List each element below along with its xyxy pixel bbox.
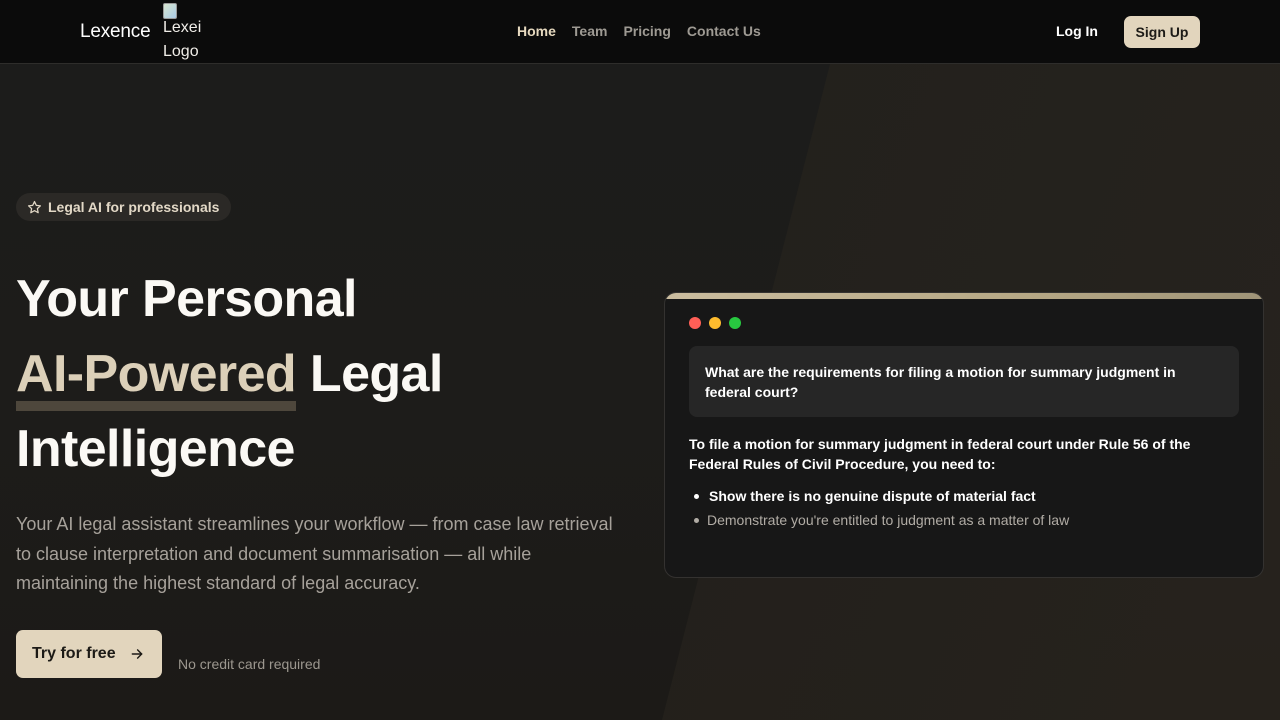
bullet-icon [694, 517, 699, 523]
hero-title-line3: Intelligence [16, 420, 295, 478]
login-link[interactable]: Log In [1056, 23, 1098, 39]
window-controls [689, 317, 741, 329]
try-for-free-label: Try for free [32, 645, 116, 662]
chat-answer-list: Show there is no genuine dispute of mate… [689, 486, 1239, 534]
brand-name[interactable]: Lexence [80, 21, 151, 43]
list-item-text: Show there is no genuine dispute of mate… [709, 488, 1036, 504]
arrow-right-icon [131, 649, 142, 659]
nav-contact-us[interactable]: Contact Us [687, 23, 761, 39]
nav-pricing[interactable]: Pricing [623, 23, 670, 39]
hero-title-accent: AI-Powered [16, 337, 297, 412]
try-for-free-button[interactable]: Try for free [16, 630, 162, 678]
close-dot [689, 317, 701, 329]
minimize-dot [709, 317, 721, 329]
hero-badge-label: Legal AI for professionals [48, 199, 220, 215]
site-header: Lexence Lexei Logo Home Team Pricing Con… [0, 0, 1280, 64]
list-item-text: Demonstrate you're entitled to judgment … [707, 512, 1070, 528]
logo-alt-text-line1: Lexei [163, 19, 201, 36]
star-icon [27, 200, 42, 213]
signup-button[interactable]: Sign Up [1124, 16, 1200, 48]
logo-image-broken[interactable]: Lexei Logo [163, 0, 201, 64]
hero-lead: Your AI legal assistant streamlines your… [16, 514, 613, 593]
list-item: Show there is no genuine dispute of mate… [689, 486, 1239, 506]
cta-note: No credit card required [178, 656, 321, 672]
hero-title-line1: Your Personal [16, 270, 357, 328]
maximize-dot [729, 317, 741, 329]
main-nav: Home Team Pricing Contact Us [517, 23, 761, 39]
nav-home[interactable]: Home [517, 23, 556, 39]
card-top-accent-bar [665, 293, 1263, 299]
chat-question-bubble: What are the requirements for filing a m… [689, 346, 1239, 417]
bullet-icon [694, 493, 699, 499]
chat-preview-card: What are the requirements for filing a m… [664, 292, 1264, 578]
hero-title: Your Personal AI-Powered Legal Intellige… [16, 262, 636, 487]
logo-alt-text-line2: Logo [163, 43, 199, 60]
chat-answer-intro: To file a motion for summary judgment in… [689, 436, 1191, 472]
hero-badge: Legal AI for professionals [16, 193, 232, 221]
list-item: Demonstrate you're entitled to judgment … [689, 510, 1239, 530]
nav-team[interactable]: Team [572, 23, 608, 39]
hero-title-line2: Legal [296, 345, 443, 403]
